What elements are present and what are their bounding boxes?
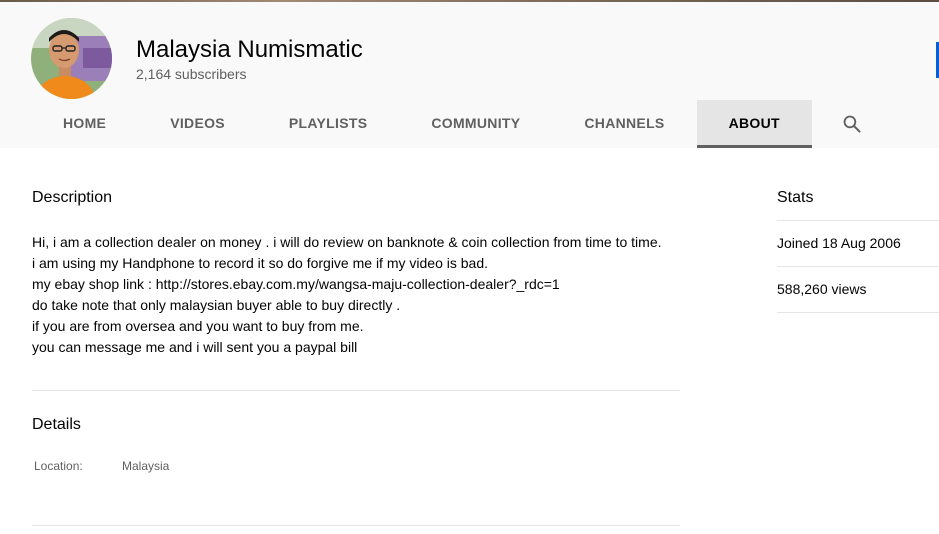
section-divider (32, 390, 680, 391)
description-line: if you are from oversea and you want to … (32, 318, 364, 334)
channel-avatar[interactable] (31, 18, 112, 99)
joined-date: Joined 18 Aug 2006 (777, 235, 901, 251)
description-line: do take note that only malaysian buyer a… (32, 297, 401, 313)
channel-description: Hi, i am a collection dealer on money . … (32, 232, 662, 358)
search-icon (843, 115, 861, 133)
channel-search-button[interactable] (812, 100, 892, 148)
location-label: Location: (34, 459, 83, 473)
tab-home[interactable]: HOME (31, 100, 138, 148)
subscriber-count: 2,164 subscribers (136, 66, 247, 82)
description-line[interactable]: my ebay shop link : http://stores.ebay.c… (32, 274, 662, 295)
tab-videos[interactable]: VIDEOS (138, 100, 257, 148)
section-divider (32, 525, 680, 526)
view-count: 588,260 views (777, 281, 867, 297)
stats-divider (777, 312, 939, 313)
channel-tabs: HOME VIDEOS PLAYLISTS COMMUNITY CHANNELS… (31, 100, 892, 148)
tab-channels[interactable]: CHANNELS (552, 100, 696, 148)
stats-heading: Stats (777, 189, 814, 206)
tab-label: VIDEOS (170, 114, 225, 131)
details-heading: Details (32, 416, 81, 433)
stats-divider (777, 266, 939, 267)
description-heading: Description (32, 189, 113, 206)
description-line: i am using my Handphone to record it so … (32, 255, 488, 271)
tab-about[interactable]: ABOUT (696, 100, 812, 148)
description-line: you can message me and i will sent you a… (32, 339, 358, 355)
tab-label: PLAYLISTS (288, 114, 368, 131)
tab-label: ABOUT (728, 114, 780, 131)
avatar-photo (31, 18, 112, 99)
stats-divider (777, 220, 939, 221)
tab-playlists[interactable]: PLAYLISTS (257, 100, 399, 148)
channel-header: Malaysia Numismatic 2,164 subscribers HO… (0, 2, 939, 148)
description-line: Hi, i am a collection dealer on money . … (32, 234, 662, 250)
tab-label: CHANNELS (584, 114, 665, 131)
channel-title: Malaysia Numismatic (136, 36, 363, 63)
tab-community[interactable]: COMMUNITY (399, 100, 552, 148)
location-value: Malaysia (122, 459, 170, 473)
tab-label: COMMUNITY (431, 114, 521, 131)
about-content: Description Hi, i am a collection dealer… (0, 148, 939, 534)
tab-label: HOME (63, 114, 107, 131)
